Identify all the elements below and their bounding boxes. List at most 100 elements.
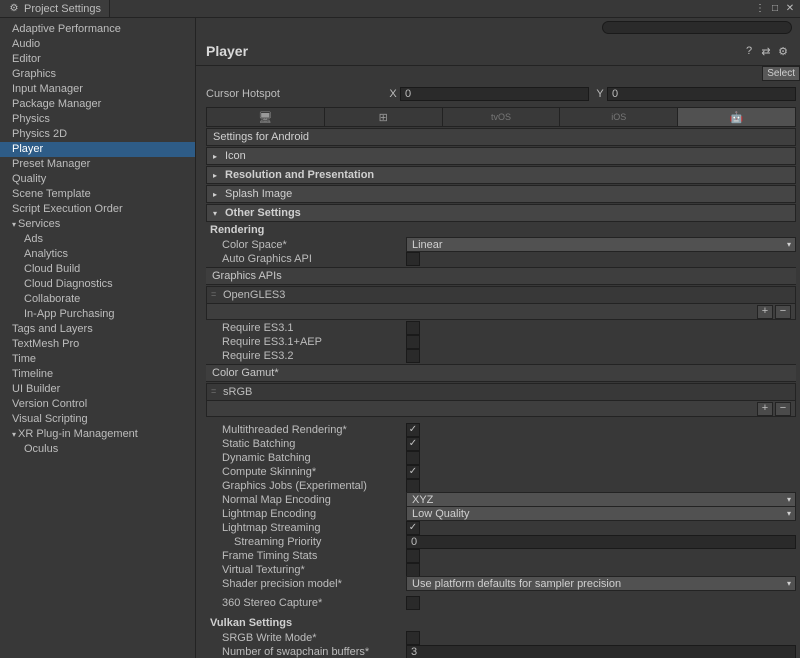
sidebar-item-xr[interactable]: XR Plug-in Management bbox=[0, 427, 195, 442]
require-es31aep-label: Require ES3.1+AEP bbox=[206, 336, 406, 348]
splash-foldout[interactable]: ▸ Splash Image bbox=[206, 185, 796, 203]
lightmap-enc-dropdown[interactable]: Low Quality bbox=[406, 506, 796, 521]
windows-icon: ⊞ bbox=[379, 111, 388, 124]
compute-skin-label: Compute Skinning* bbox=[206, 466, 406, 478]
frame-timing-checkbox[interactable] bbox=[406, 549, 420, 563]
compute-skin-checkbox[interactable]: ✓ bbox=[406, 465, 420, 479]
streaming-prio-label: Streaming Priority bbox=[206, 536, 406, 548]
tab-ios[interactable]: iOS bbox=[560, 108, 678, 126]
srgb-write-checkbox[interactable] bbox=[406, 631, 420, 645]
help-icon[interactable]: ? bbox=[742, 44, 756, 58]
sidebar-item[interactable]: In-App Purchasing bbox=[0, 307, 195, 322]
sidebar-item[interactable]: Audio bbox=[0, 37, 195, 52]
select-button[interactable]: Select bbox=[762, 66, 800, 81]
require-es31aep-checkbox[interactable] bbox=[406, 335, 420, 349]
sidebar-item[interactable]: Scene Template bbox=[0, 187, 195, 202]
window-tab[interactable]: ⚙ Project Settings bbox=[0, 0, 110, 17]
static-batch-checkbox[interactable]: ✓ bbox=[406, 437, 420, 451]
normal-map-dropdown[interactable]: XYZ bbox=[406, 492, 796, 507]
lightmap-enc-label: Lightmap Encoding bbox=[206, 508, 406, 520]
dynamic-batch-checkbox[interactable] bbox=[406, 451, 420, 465]
sidebar-item[interactable]: Version Control bbox=[0, 397, 195, 412]
list-item[interactable]: sRGB bbox=[207, 384, 795, 400]
color-space-dropdown[interactable]: Linear bbox=[406, 237, 796, 252]
auto-graphics-checkbox[interactable] bbox=[406, 252, 420, 266]
icon-foldout[interactable]: ▸ Icon bbox=[206, 147, 796, 165]
splash-label: Splash Image bbox=[225, 188, 292, 200]
sidebar-item[interactable]: Editor bbox=[0, 52, 195, 67]
sidebar-item[interactable]: Tags and Layers bbox=[0, 322, 195, 337]
resolution-foldout[interactable]: ▸Resolution and Presentation bbox=[206, 166, 796, 184]
graphics-jobs-checkbox[interactable] bbox=[406, 479, 420, 493]
sidebar-item[interactable]: Quality bbox=[0, 172, 195, 187]
tab-windows[interactable]: ⊞ bbox=[325, 108, 443, 126]
sidebar-item[interactable]: Adaptive Performance bbox=[0, 22, 195, 37]
swapchain-field[interactable]: 3 bbox=[406, 645, 796, 658]
other-settings-foldout[interactable]: ▾ Other Settings bbox=[206, 204, 796, 222]
chevron-right-icon: ▸ bbox=[213, 190, 221, 199]
tvos-icon: tvOS bbox=[491, 112, 511, 122]
sidebar-item[interactable]: TextMesh Pro bbox=[0, 337, 195, 352]
auto-graphics-label: Auto Graphics API bbox=[206, 253, 406, 265]
color-gamut-list: sRGB + − bbox=[206, 383, 796, 417]
add-button[interactable]: + bbox=[757, 305, 773, 319]
shader-prec-dropdown[interactable]: Use platform defaults for sampler precis… bbox=[406, 576, 796, 591]
sidebar-item[interactable]: Visual Scripting bbox=[0, 412, 195, 427]
preset-icon[interactable]: ⇄ bbox=[759, 44, 773, 58]
other-label: Other Settings bbox=[225, 207, 301, 219]
require-es31-checkbox[interactable] bbox=[406, 321, 420, 335]
icon-label: Icon bbox=[225, 150, 246, 162]
search-input[interactable] bbox=[602, 21, 792, 34]
tab-tvos[interactable]: tvOS bbox=[443, 108, 561, 126]
title-bar: ⚙ Project Settings ⋮ □ ✕ bbox=[0, 0, 800, 18]
multithreaded-checkbox[interactable]: ✓ bbox=[406, 423, 420, 437]
page-title: Player bbox=[206, 43, 248, 59]
gear-icon[interactable]: ⚙ bbox=[776, 44, 790, 58]
cursor-y-field[interactable]: 0 bbox=[607, 87, 796, 101]
color-gamut-header: Color Gamut* bbox=[206, 364, 796, 382]
remove-button[interactable]: − bbox=[775, 402, 791, 416]
sidebar-item[interactable]: Timeline bbox=[0, 367, 195, 382]
dynamic-batch-label: Dynamic Batching bbox=[206, 452, 406, 464]
sidebar-item-services[interactable]: Services bbox=[0, 217, 195, 232]
list-item[interactable]: OpenGLES3 bbox=[207, 287, 795, 303]
menu-icon[interactable]: ⋮ bbox=[754, 3, 766, 15]
close-icon[interactable]: ✕ bbox=[784, 3, 796, 15]
require-es32-checkbox[interactable] bbox=[406, 349, 420, 363]
sidebar-item[interactable]: Oculus bbox=[0, 442, 195, 457]
sidebar-item[interactable]: Graphics bbox=[0, 67, 195, 82]
tab-android[interactable]: 🤖 bbox=[678, 108, 795, 126]
sidebar-item[interactable]: Package Manager bbox=[0, 97, 195, 112]
streaming-prio-field[interactable]: 0 bbox=[406, 535, 796, 549]
sidebar-item[interactable]: Cloud Build bbox=[0, 262, 195, 277]
sidebar-item[interactable]: Collaborate bbox=[0, 292, 195, 307]
multithreaded-label: Multithreaded Rendering* bbox=[206, 424, 406, 436]
virtual-tex-checkbox[interactable] bbox=[406, 563, 420, 577]
sidebar-item[interactable]: Ads bbox=[0, 232, 195, 247]
tab-standalone[interactable]: 🖥 bbox=[207, 108, 325, 126]
lightmap-stream-checkbox[interactable]: ✓ bbox=[406, 521, 420, 535]
lightmap-stream-label: Lightmap Streaming bbox=[206, 522, 406, 534]
sidebar-item-player[interactable]: Player bbox=[0, 142, 195, 157]
sidebar-item[interactable]: Input Manager bbox=[0, 82, 195, 97]
sidebar-item[interactable]: Cloud Diagnostics bbox=[0, 277, 195, 292]
cursor-x-field[interactable]: 0 bbox=[400, 87, 589, 101]
chevron-down-icon: ▾ bbox=[213, 209, 221, 218]
swapchain-label: Number of swapchain buffers* bbox=[206, 646, 406, 658]
popout-icon[interactable]: □ bbox=[769, 3, 781, 15]
chevron-right-icon: ▸ bbox=[213, 152, 221, 161]
sidebar-item[interactable]: Time bbox=[0, 352, 195, 367]
sidebar-item[interactable]: UI Builder bbox=[0, 382, 195, 397]
virtual-tex-label: Virtual Texturing* bbox=[206, 564, 406, 576]
sidebar-item[interactable]: Physics 2D bbox=[0, 127, 195, 142]
sidebar-item[interactable]: Analytics bbox=[0, 247, 195, 262]
stereo-360-checkbox[interactable] bbox=[406, 596, 420, 610]
sidebar-item[interactable]: Script Execution Order bbox=[0, 202, 195, 217]
x-label: X bbox=[386, 88, 400, 100]
sidebar-item[interactable]: Physics bbox=[0, 112, 195, 127]
add-button[interactable]: + bbox=[757, 402, 773, 416]
srgb-write-label: SRGB Write Mode* bbox=[206, 632, 406, 644]
sidebar-item[interactable]: Preset Manager bbox=[0, 157, 195, 172]
gear-icon: ⚙ bbox=[8, 3, 20, 15]
remove-button[interactable]: − bbox=[775, 305, 791, 319]
